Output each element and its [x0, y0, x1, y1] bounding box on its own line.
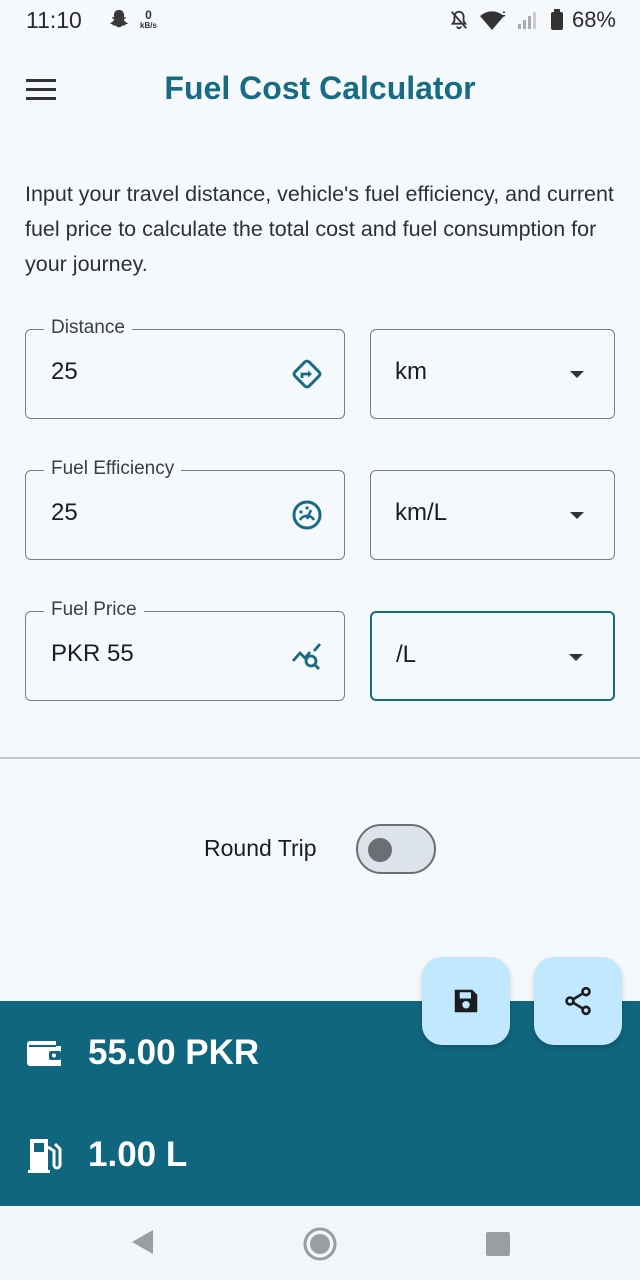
status-bar: 11:10 0 kB/s 68% [0, 0, 640, 40]
back-triangle-icon [132, 1230, 153, 1254]
fuel-used-row: 1.00 L [24, 1134, 187, 1176]
chevron-down-icon [570, 371, 584, 378]
wifi-icon [479, 11, 506, 30]
distance-field[interactable]: Distance 25 [25, 317, 345, 419]
total-cost-value: 55.00 PKR [88, 1033, 260, 1072]
network-speed: 0 kB/s [140, 8, 157, 30]
fuel-price-unit-select[interactable]: /L [370, 611, 615, 701]
share-icon [565, 986, 591, 1016]
home-circle-icon [303, 1227, 337, 1261]
fuel-price-unit-value: /L [396, 641, 417, 668]
wallet-icon [27, 1041, 61, 1066]
snapchat-icon [110, 9, 128, 28]
mute-bell-icon [450, 10, 468, 30]
speedometer-icon [292, 500, 322, 530]
fuel-price-label: Fuel Price [44, 599, 144, 621]
toggle-knob [368, 838, 392, 862]
round-trip-toggle[interactable] [356, 824, 436, 874]
home-button[interactable] [302, 1226, 338, 1267]
total-cost-row: 55.00 PKR [24, 1032, 259, 1074]
round-trip-label: Round Trip [204, 835, 317, 861]
distance-unit-value: km [395, 358, 427, 385]
app-bar: Fuel Cost Calculator [0, 50, 640, 130]
distance-unit-select[interactable]: km [370, 329, 615, 419]
share-button[interactable] [534, 957, 622, 1045]
fuel-used-value: 1.00 L [88, 1135, 188, 1174]
fuel-efficiency-unit-value: km/L [395, 499, 448, 526]
signal-icon [517, 12, 536, 29]
intro-text: Input your travel distance, vehicle's fu… [25, 182, 614, 276]
fuel-price-value[interactable]: PKR 55 [51, 640, 134, 668]
directions-icon [292, 359, 322, 389]
divider [0, 757, 640, 759]
status-time: 11:10 [26, 7, 82, 33]
battery-icon [550, 9, 563, 30]
price-trend-search-icon [291, 643, 322, 671]
fuel-efficiency-value[interactable]: 25 [51, 499, 78, 527]
recents-square-icon [486, 1232, 510, 1256]
back-button[interactable] [130, 1227, 156, 1262]
fuel-price-field[interactable]: Fuel Price PKR 55 [25, 599, 345, 701]
fuel-efficiency-field[interactable]: Fuel Efficiency 25 [25, 458, 345, 560]
system-nav-bar [0, 1207, 640, 1280]
distance-label: Distance [44, 317, 132, 339]
save-button[interactable] [422, 957, 510, 1045]
chevron-down-icon [570, 512, 584, 519]
recents-button[interactable] [485, 1231, 511, 1262]
chevron-down-icon [569, 654, 583, 661]
page-title: Fuel Cost Calculator [164, 70, 476, 106]
distance-value[interactable]: 25 [51, 358, 78, 386]
fuel-efficiency-unit-select[interactable]: km/L [370, 470, 615, 560]
fuel-pump-icon [28, 1139, 62, 1173]
battery-level: 68% [571, 7, 616, 32]
fuel-efficiency-label: Fuel Efficiency [44, 458, 182, 480]
save-icon [454, 989, 478, 1013]
